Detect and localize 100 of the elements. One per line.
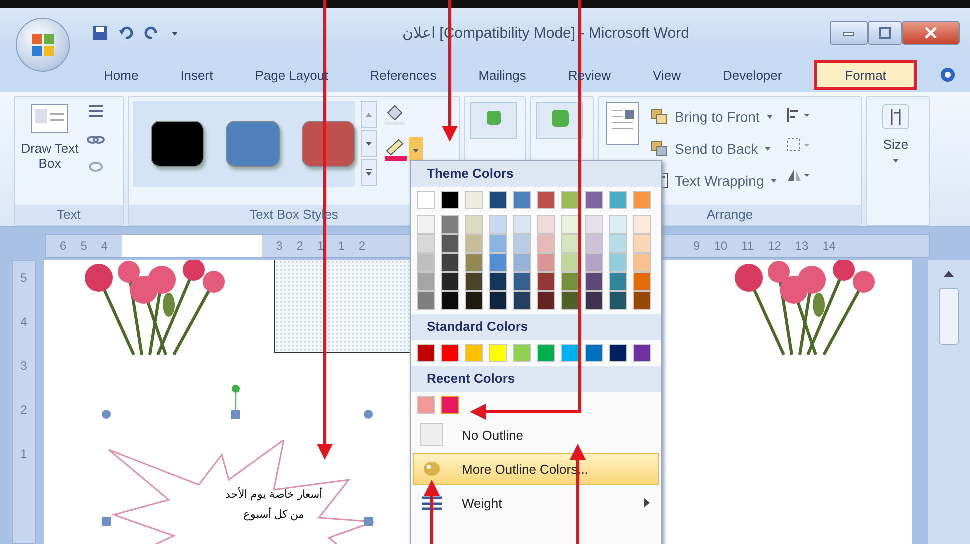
ribbon-tab[interactable]: View	[633, 60, 701, 90]
color-swatch[interactable]	[513, 215, 531, 234]
color-swatch[interactable]	[609, 215, 627, 234]
scroll-thumb[interactable]	[939, 288, 959, 345]
color-swatch[interactable]	[561, 234, 579, 253]
more-button[interactable]	[361, 159, 377, 186]
color-swatch[interactable]	[585, 191, 603, 209]
color-swatch[interactable]	[537, 215, 555, 234]
color-swatch[interactable]	[561, 215, 579, 234]
color-swatch[interactable]	[489, 272, 507, 291]
ribbon-tab[interactable]: Mailings	[458, 60, 546, 90]
menu-item[interactable]: No Outline	[413, 419, 659, 451]
ribbon-tab[interactable]: Developer	[702, 60, 802, 90]
color-swatch[interactable]	[441, 191, 459, 209]
selection-handle[interactable]	[102, 517, 111, 526]
arrange-command[interactable]: Bring to Front	[649, 103, 780, 131]
color-swatch[interactable]	[585, 344, 603, 362]
color-swatch[interactable]	[561, 253, 579, 272]
color-swatch[interactable]	[537, 253, 555, 272]
color-swatch[interactable]	[537, 291, 555, 310]
color-swatch[interactable]	[489, 253, 507, 272]
color-swatch[interactable]	[585, 253, 603, 272]
color-swatch[interactable]	[489, 344, 507, 362]
color-swatch[interactable]	[609, 191, 627, 209]
size-button[interactable]: Size	[867, 97, 925, 166]
style-swatch[interactable]	[151, 121, 204, 167]
color-swatch[interactable]	[489, 215, 507, 234]
color-swatch[interactable]	[417, 253, 435, 272]
color-swatch[interactable]	[609, 253, 627, 272]
color-swatch[interactable]	[513, 234, 531, 253]
color-swatch[interactable]	[465, 191, 483, 209]
color-swatch[interactable]	[513, 253, 531, 272]
color-swatch[interactable]	[417, 344, 435, 362]
ribbon-tab[interactable]: Format	[814, 60, 918, 90]
color-swatch[interactable]	[633, 234, 651, 253]
ribbon-tab[interactable]: Home	[84, 60, 159, 90]
ribbon-tab[interactable]: Insert	[160, 60, 234, 90]
color-swatch[interactable]	[489, 234, 507, 253]
color-swatch[interactable]	[513, 272, 531, 291]
color-swatch[interactable]	[633, 191, 651, 209]
color-swatch[interactable]	[441, 344, 459, 362]
color-swatch[interactable]	[537, 344, 555, 362]
color-swatch[interactable]	[633, 272, 651, 291]
color-swatch[interactable]	[441, 253, 459, 272]
selection-handle[interactable]	[102, 410, 111, 419]
color-swatch[interactable]	[609, 234, 627, 253]
color-swatch[interactable]	[609, 344, 627, 362]
color-swatch[interactable]	[633, 253, 651, 272]
style-swatch[interactable]	[226, 121, 280, 167]
selection-handle[interactable]	[364, 410, 373, 419]
color-swatch[interactable]	[585, 215, 603, 234]
color-swatch[interactable]	[441, 272, 459, 291]
color-swatch[interactable]	[561, 191, 579, 209]
color-swatch[interactable]	[585, 291, 603, 310]
color-swatch[interactable]	[513, 344, 531, 362]
draw-text-box-button[interactable]: Draw Text Box	[19, 101, 81, 173]
color-swatch[interactable]	[489, 291, 507, 310]
color-swatch[interactable]	[441, 234, 459, 253]
color-swatch[interactable]	[609, 272, 627, 291]
color-swatch[interactable]	[465, 215, 483, 234]
color-swatch[interactable]	[441, 291, 459, 310]
menu-item[interactable]: Weight	[413, 487, 659, 519]
color-swatch[interactable]	[633, 215, 651, 234]
color-swatch[interactable]	[561, 344, 579, 362]
maximize-button[interactable]	[868, 21, 902, 45]
scroll-down-button[interactable]	[361, 130, 377, 157]
color-swatch[interactable]	[561, 272, 579, 291]
color-swatch[interactable]	[585, 272, 603, 291]
color-swatch[interactable]	[417, 234, 435, 253]
color-swatch[interactable]	[441, 215, 459, 234]
color-swatch[interactable]	[417, 396, 435, 414]
color-swatch[interactable]	[465, 291, 483, 310]
color-swatch[interactable]	[417, 272, 435, 291]
pen-icon	[383, 137, 409, 161]
color-swatch[interactable]	[417, 191, 435, 209]
minimize-button[interactable]	[830, 21, 868, 45]
color-swatch[interactable]	[633, 291, 651, 310]
selection-handle[interactable]	[231, 410, 240, 419]
style-swatch[interactable]	[302, 121, 355, 167]
ruler-number: 2	[296, 239, 304, 253]
close-button[interactable]	[902, 21, 960, 45]
color-swatch[interactable]	[561, 291, 579, 310]
color-swatch[interactable]	[465, 344, 483, 362]
color-swatch[interactable]	[633, 344, 651, 362]
color-swatch[interactable]	[417, 291, 435, 310]
color-swatch[interactable]	[417, 215, 435, 234]
selection-handle[interactable]	[364, 517, 373, 526]
color-swatch[interactable]	[465, 234, 483, 253]
color-swatch[interactable]	[609, 291, 627, 310]
color-swatch[interactable]	[513, 191, 531, 209]
color-swatch[interactable]	[537, 191, 555, 209]
color-swatch[interactable]	[537, 234, 555, 253]
color-swatch[interactable]	[441, 396, 459, 414]
color-swatch[interactable]	[537, 272, 555, 291]
color-swatch[interactable]	[585, 234, 603, 253]
color-swatch[interactable]	[465, 272, 483, 291]
color-swatch[interactable]	[513, 291, 531, 310]
color-swatch[interactable]	[465, 253, 483, 272]
ribbon-tab[interactable]: References	[350, 60, 457, 90]
color-swatch[interactable]	[489, 191, 507, 209]
